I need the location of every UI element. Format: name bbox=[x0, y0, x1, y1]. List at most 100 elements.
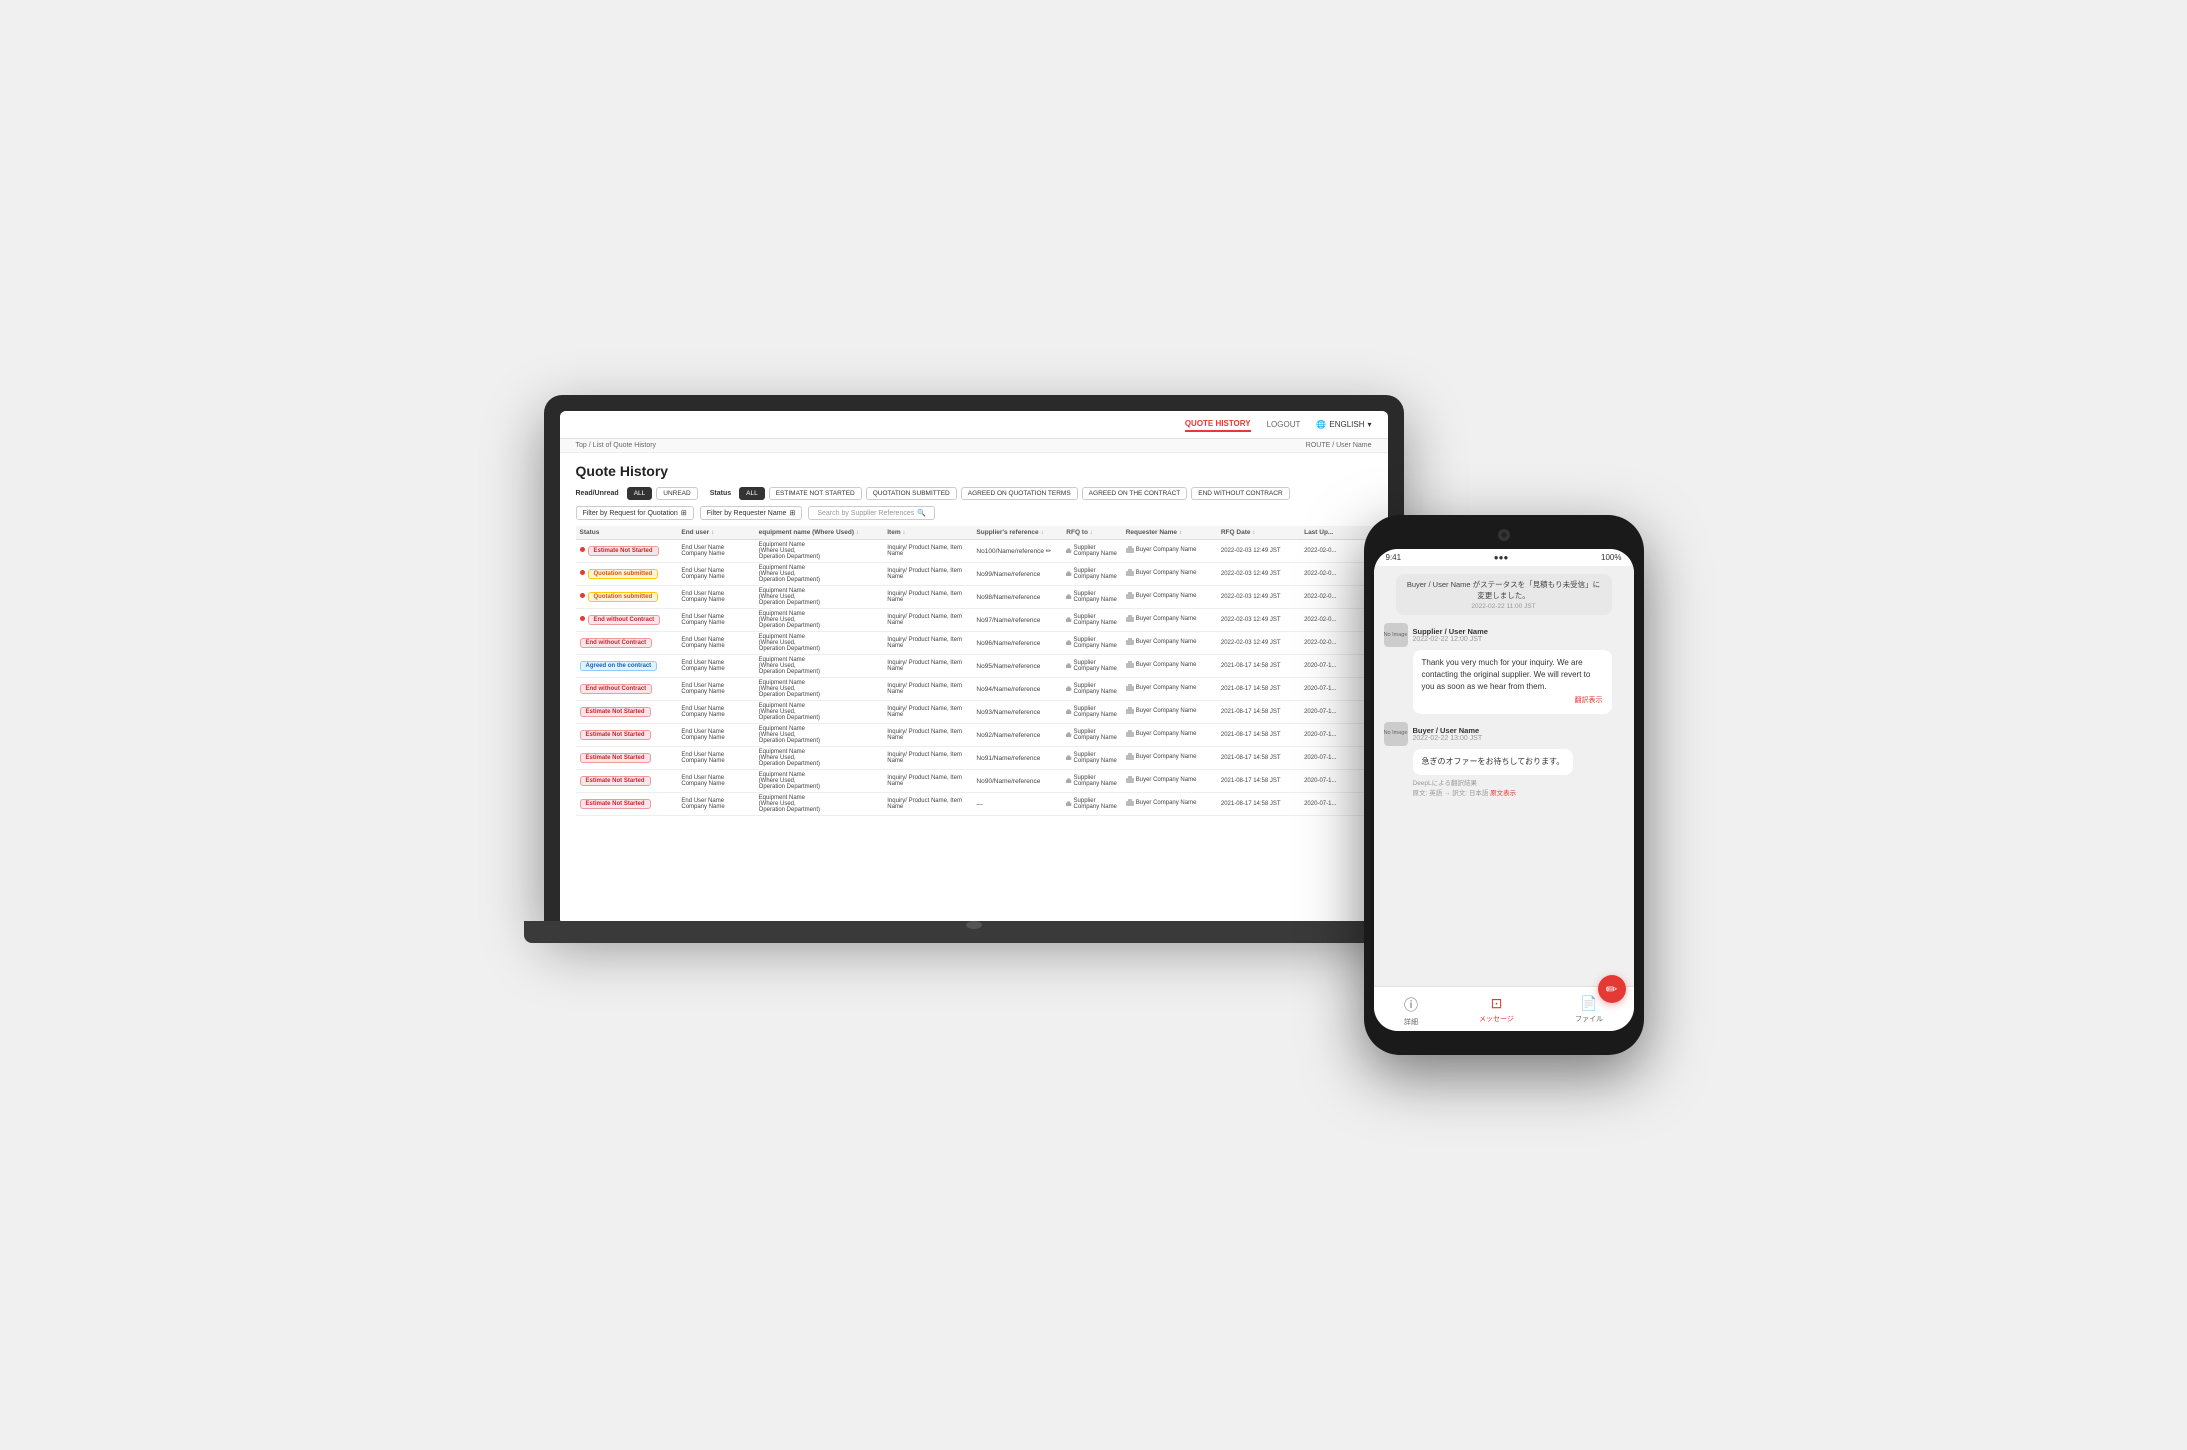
th-status: Status bbox=[576, 526, 678, 540]
original-link[interactable]: 原文表示 bbox=[1490, 790, 1516, 797]
th-rfqdate[interactable]: RFQ Date ↕ bbox=[1217, 526, 1300, 540]
cell-lastupdate: 2020-07-1... bbox=[1300, 793, 1371, 816]
th-equipment[interactable]: equipment name (Where Used) ↕ bbox=[755, 526, 884, 540]
unread-dot bbox=[580, 593, 585, 598]
cell-equipment: Equipment Name (Where Used, Operation De… bbox=[755, 586, 884, 609]
cell-enduser: End User Name Company Name bbox=[677, 632, 754, 655]
cell-requester: Buyer Company Name bbox=[1122, 609, 1217, 632]
nav-files[interactable]: 📄 ファイル bbox=[1575, 995, 1603, 1027]
msg-header: No Image Supplier / User Name 2022-02-22… bbox=[1384, 623, 1612, 647]
translate-link[interactable]: 翻訳表示 bbox=[1422, 696, 1603, 707]
cell-rfqdate: 2022-02-03 12:49 JST bbox=[1217, 632, 1300, 655]
cell-enduser: End User Name Company Name bbox=[677, 678, 754, 701]
cell-enduser: End User Name Company Name bbox=[677, 793, 754, 816]
filter-requester[interactable]: Filter by Requester Name ⊞ bbox=[700, 506, 803, 520]
cell-status: Estimate Not Started bbox=[576, 701, 678, 724]
cell-requester: Buyer Company Name bbox=[1122, 655, 1217, 678]
cell-enduser: End User Name Company Name bbox=[677, 540, 754, 563]
status-badge: Estimate Not Started bbox=[580, 753, 651, 763]
table-row[interactable]: Estimate Not Started End User Name Compa… bbox=[576, 724, 1372, 747]
breadcrumb-top[interactable]: Top bbox=[576, 442, 587, 449]
nav-quote-history[interactable]: QUOTE HISTORY bbox=[1185, 417, 1251, 432]
cell-equipment: Equipment Name (Where Used, Operation De… bbox=[755, 747, 884, 770]
tab-estimate-not-started[interactable]: ESTIMATE NOT STARTED bbox=[769, 487, 862, 500]
table-row[interactable]: Estimate Not Started End User Name Compa… bbox=[576, 701, 1372, 724]
table-row[interactable]: End without Contract End User Name Compa… bbox=[576, 678, 1372, 701]
table-row[interactable]: Estimate Not Started End User Name Compa… bbox=[576, 540, 1372, 563]
cell-ref: No96/Name/reference bbox=[972, 632, 1062, 655]
tab-agreed-quotation[interactable]: AGREED ON QUOTATION TERMS bbox=[961, 487, 1078, 500]
th-ref[interactable]: Supplier's reference ↕ bbox=[972, 526, 1062, 540]
cell-ref: — bbox=[972, 793, 1062, 816]
status-badge: Estimate Not Started bbox=[588, 546, 659, 556]
th-item[interactable]: Item ↕ bbox=[883, 526, 972, 540]
status-badge: Estimate Not Started bbox=[580, 776, 651, 786]
compose-button[interactable]: ✏ bbox=[1598, 975, 1626, 1003]
nav-messages[interactable]: ⊡ メッセージ bbox=[1479, 995, 1514, 1027]
table-row[interactable]: End without Contract End User Name Compa… bbox=[576, 609, 1372, 632]
cell-rfqdate: 2022-02-03 12:49 JST bbox=[1217, 609, 1300, 632]
table-row[interactable]: Estimate Not Started End User Name Compa… bbox=[576, 770, 1372, 793]
cell-equipment: Equipment Name (Where Used, Operation De… bbox=[755, 770, 884, 793]
search-box[interactable]: Search by Supplier References 🔍 bbox=[808, 506, 935, 520]
cell-rfqdate: 2022-02-03 12:49 JST bbox=[1217, 586, 1300, 609]
cell-status: Quotation submitted bbox=[576, 563, 678, 586]
cell-enduser: End User Name Company Name bbox=[677, 747, 754, 770]
cell-lastupdate: 2020-07-1... bbox=[1300, 724, 1371, 747]
cell-item: Inquiry/ Product Name, Item Name bbox=[883, 586, 972, 609]
cell-rfq: Supplier Company Name bbox=[1062, 793, 1121, 816]
supplier-icon bbox=[1066, 800, 1071, 808]
tab-end-without[interactable]: END WITHOUT CONTRACR bbox=[1191, 487, 1289, 500]
tab-unread[interactable]: UNREAD bbox=[656, 487, 697, 500]
th-enduser[interactable]: End user ↕ bbox=[677, 526, 754, 540]
cell-rfqdate: 2021-08-17 14:58 JST bbox=[1217, 724, 1300, 747]
cell-lastupdate: 2022-02-0... bbox=[1300, 609, 1371, 632]
supplier-icon bbox=[1066, 731, 1071, 739]
cell-rfqdate: 2022-02-03 12:49 JST bbox=[1217, 563, 1300, 586]
msg-sender: Supplier / User Name bbox=[1413, 627, 1488, 636]
table-row[interactable]: Quotation submitted End User Name Compan… bbox=[576, 563, 1372, 586]
nav-logout[interactable]: LOGOUT bbox=[1267, 418, 1301, 431]
top-nav: QUOTE HISTORY LOGOUT 🌐 ENGLISH ▾ bbox=[560, 411, 1388, 439]
cell-requester: Buyer Company Name bbox=[1122, 678, 1217, 701]
supplier-icon bbox=[1066, 754, 1071, 762]
nav-detail[interactable]: ⓘ 詳細 bbox=[1404, 995, 1418, 1027]
phone-bottom-nav: ⓘ 詳細 ⊡ メッセージ 📄 ファイル bbox=[1374, 986, 1634, 1031]
buyer-icon bbox=[1126, 753, 1134, 761]
cell-lastupdate: 2022-02-0... bbox=[1300, 563, 1371, 586]
buyer-icon bbox=[1126, 661, 1134, 669]
cell-rfq: Supplier Company Name bbox=[1062, 540, 1121, 563]
th-rfq[interactable]: RFQ to ↓ bbox=[1062, 526, 1121, 540]
cell-requester: Buyer Company Name bbox=[1122, 632, 1217, 655]
cell-status: Estimate Not Started bbox=[576, 724, 678, 747]
tab-quotation-submitted[interactable]: QUOTATION SUBMITTED bbox=[866, 487, 957, 500]
th-lastupdate[interactable]: Last Up... bbox=[1300, 526, 1371, 540]
supplier-icon bbox=[1066, 685, 1071, 693]
cell-status: Estimate Not Started bbox=[576, 793, 678, 816]
table-row[interactable]: End without Contract End User Name Compa… bbox=[576, 632, 1372, 655]
read-unread-label: Read/Unread bbox=[576, 490, 619, 497]
supplier-icon bbox=[1066, 616, 1071, 624]
filter-request[interactable]: Filter by Request for Quotation ⊞ bbox=[576, 506, 694, 520]
tab-agreed-contract[interactable]: AGREED ON THE CONTRACT bbox=[1082, 487, 1188, 500]
cell-ref: No94/Name/reference bbox=[972, 678, 1062, 701]
status-badge: Estimate Not Started bbox=[580, 799, 651, 809]
route-info: ROUTE / User Name bbox=[1306, 442, 1372, 449]
table-row[interactable]: Estimate Not Started End User Name Compa… bbox=[576, 747, 1372, 770]
cell-enduser: End User Name Company Name bbox=[677, 655, 754, 678]
status-badge: Agreed on the contract bbox=[580, 661, 658, 671]
table-row[interactable]: Quotation submitted End User Name Compan… bbox=[576, 586, 1372, 609]
lang-selector[interactable]: 🌐 ENGLISH ▾ bbox=[1316, 420, 1371, 429]
message-icon: ⊡ bbox=[1491, 995, 1503, 1012]
cell-equipment: Equipment Name (Where Used, Operation De… bbox=[755, 540, 884, 563]
msg-bubble: Thank you very much for your inquiry. We… bbox=[1413, 650, 1612, 714]
tab-status-all[interactable]: ALL bbox=[739, 487, 765, 500]
cell-lastupdate: 2020-07-1... bbox=[1300, 747, 1371, 770]
phone-signal: ●●● bbox=[1494, 553, 1509, 562]
tab-all-readunread[interactable]: ALL bbox=[627, 487, 653, 500]
cell-lastupdate: 2022-02-0... bbox=[1300, 632, 1371, 655]
table-row[interactable]: Agreed on the contract End User Name Com… bbox=[576, 655, 1372, 678]
table-row[interactable]: Estimate Not Started End User Name Compa… bbox=[576, 793, 1372, 816]
cell-rfqdate: 2021-08-17 14:58 JST bbox=[1217, 678, 1300, 701]
th-requester[interactable]: Requester Name ↕ bbox=[1122, 526, 1217, 540]
